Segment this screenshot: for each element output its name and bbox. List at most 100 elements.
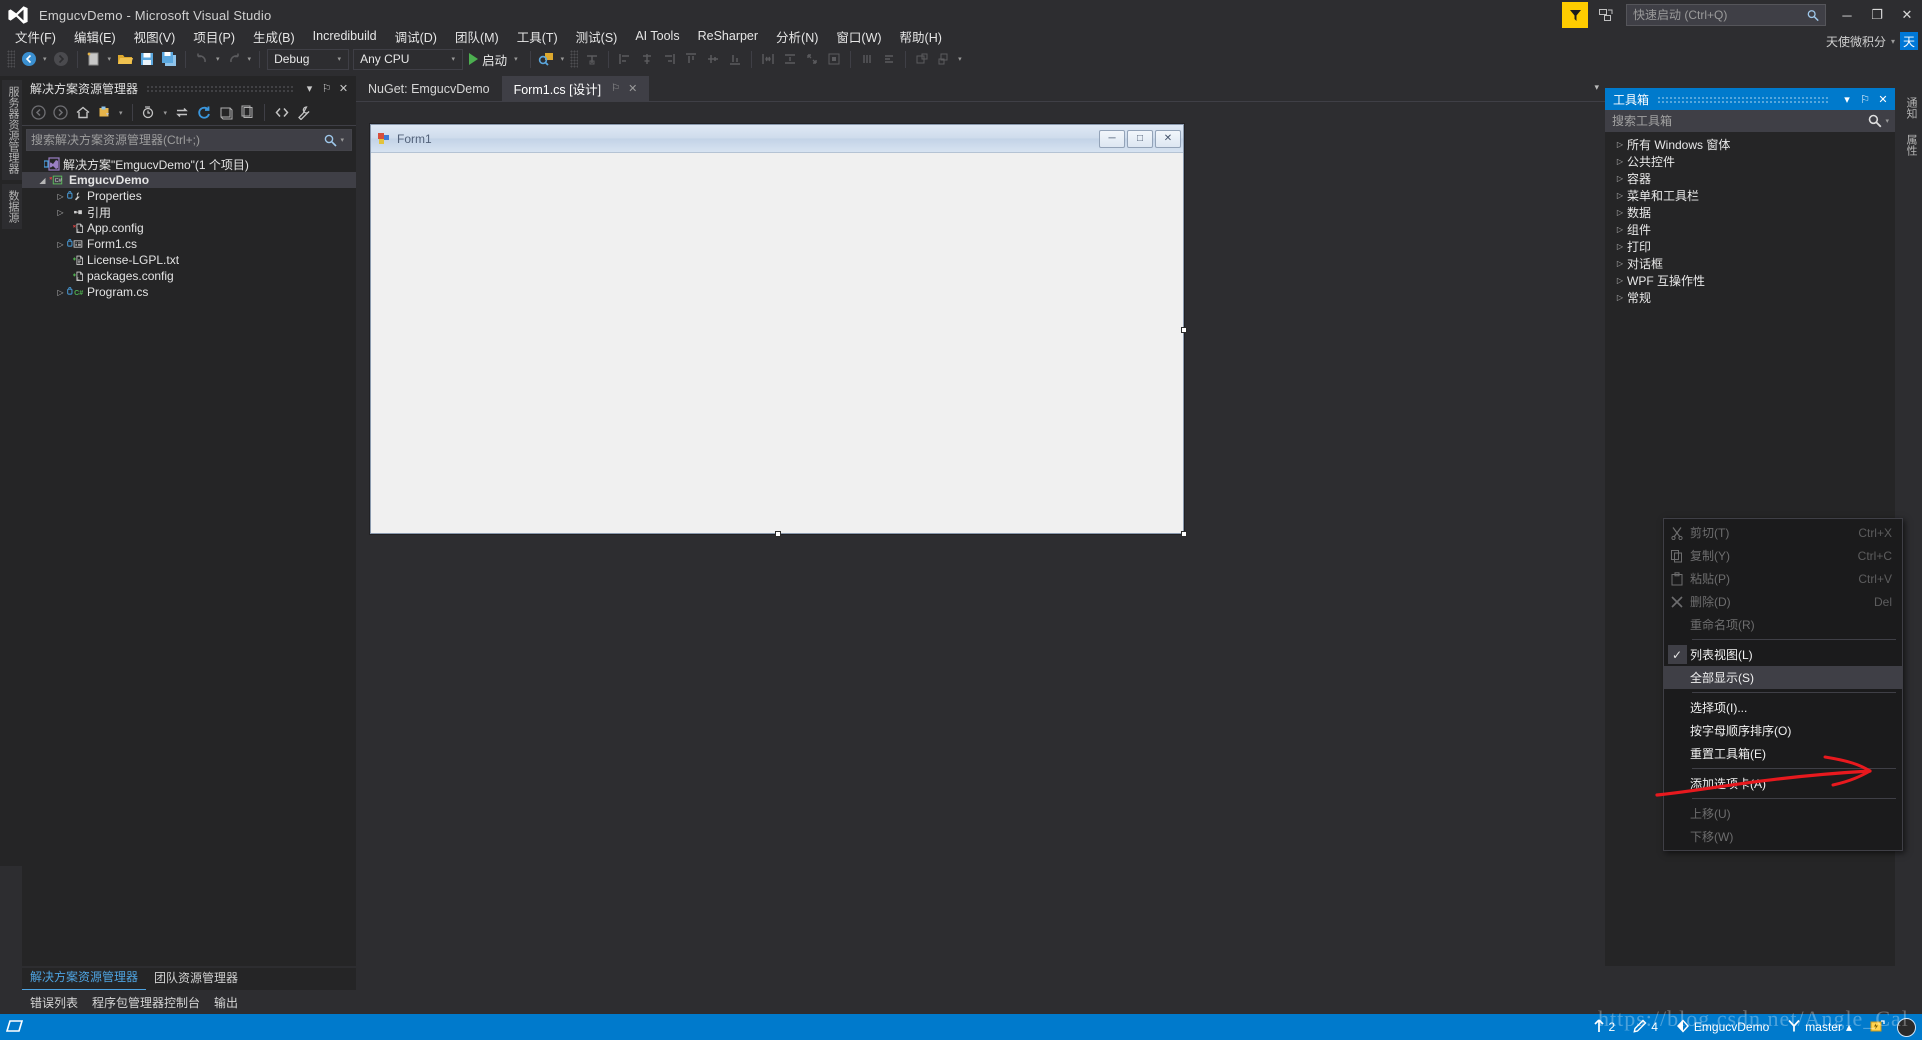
quick-launch-input[interactable] — [1633, 8, 1807, 22]
new-project-icon[interactable] — [83, 48, 105, 70]
search-options-caret-icon[interactable]: ▾ — [337, 136, 347, 144]
vertical-spacing-icon[interactable] — [878, 48, 900, 70]
make-same-height-icon[interactable] — [779, 48, 801, 70]
menu-resharper[interactable]: ReSharper — [689, 26, 767, 46]
expander-icon[interactable]: ▷ — [1613, 174, 1627, 183]
chevron-down-icon[interactable]: ▾ — [1891, 37, 1895, 46]
expander-icon[interactable]: ▷ — [1613, 242, 1627, 251]
winforms-designer-surface[interactable]: Form1 ─ □ ✕ — [356, 102, 1605, 982]
menu-view[interactable]: 视图(V) — [125, 24, 185, 49]
collapse-all-icon[interactable] — [215, 102, 236, 123]
open-file-icon[interactable] — [114, 48, 136, 70]
tree-item-app-config[interactable]: App.config — [22, 220, 356, 236]
platform-combo[interactable]: Any CPU ▾ — [353, 48, 464, 70]
toolbox-search[interactable]: ▾ — [1605, 110, 1895, 132]
toolbox-group-printing[interactable]: ▷ 打印 — [1605, 238, 1895, 255]
form-client-area[interactable] — [371, 153, 1183, 533]
status-changes-cell[interactable]: 4 — [1627, 1014, 1664, 1040]
user-avatar-icon[interactable] — [1897, 1017, 1916, 1037]
form1-preview[interactable]: Form1 ─ □ ✕ — [370, 124, 1184, 534]
ctx-add-tab[interactable]: 添加选项卡(A) — [1664, 772, 1902, 795]
show-all-files-icon[interactable] — [139, 102, 160, 123]
bottom-tab-team-explorer[interactable]: 团队资源管理器 — [146, 966, 246, 990]
expander-icon[interactable]: ▷ — [1613, 157, 1627, 166]
ctx-sort-alphabetically[interactable]: 按字母顺序排序(O) — [1664, 719, 1902, 742]
ctx-show-all[interactable]: 全部显示(S) — [1664, 666, 1902, 689]
save-all-icon[interactable] — [158, 48, 180, 70]
toolbox-search-caret-icon[interactable]: ▾ — [1882, 117, 1892, 125]
toolbar-overflow-caret-icon[interactable]: ▾ — [558, 55, 568, 63]
quick-launch-box[interactable] — [1626, 4, 1826, 26]
show-all-files-caret-icon[interactable]: ▾ — [161, 109, 171, 117]
ctx-reset-toolbox[interactable]: 重置工具箱(E) — [1664, 742, 1902, 765]
chevron-down-icon[interactable]: ▾ — [1838, 90, 1856, 108]
chevron-down-icon[interactable]: ▾ — [335, 55, 345, 63]
ctx-rename-item[interactable]: 重命名项(R) — [1664, 613, 1902, 636]
form-close-button[interactable]: ✕ — [1155, 129, 1181, 148]
configuration-combo[interactable]: Debug ▾ — [267, 48, 350, 70]
expander-icon[interactable]: ▷ — [54, 192, 67, 201]
menu-build[interactable]: 生成(B) — [244, 24, 304, 49]
close-icon[interactable]: ✕ — [1874, 90, 1892, 108]
center-in-form-icon[interactable] — [823, 48, 845, 70]
search-input[interactable] — [31, 133, 325, 147]
undo-caret-icon[interactable]: ▾ — [213, 55, 223, 63]
maximize-button[interactable]: ❐ — [1862, 1, 1892, 29]
align-to-grid-icon[interactable] — [581, 48, 603, 70]
size-to-grid-icon[interactable] — [801, 48, 823, 70]
expander-icon[interactable]: ▷ — [1613, 191, 1627, 200]
tree-item-properties[interactable]: ▷ Properties — [22, 188, 356, 204]
chevron-down-icon[interactable]: ▾ — [449, 55, 459, 63]
expander-icon[interactable]: ▷ — [1613, 259, 1627, 268]
tool-window-output[interactable]: 输出 — [214, 994, 238, 1011]
menu-window[interactable]: 窗口(W) — [827, 24, 890, 49]
navigate-back-icon[interactable] — [18, 48, 40, 70]
form-minimize-button[interactable]: ─ — [1099, 129, 1125, 148]
expander-icon[interactable]: ▷ — [54, 240, 67, 249]
resize-handle-bottom[interactable] — [775, 531, 781, 537]
align-lefts-icon[interactable] — [614, 48, 636, 70]
chevron-up-icon[interactable]: ▴ — [1846, 1020, 1852, 1034]
menu-project[interactable]: 项目(P) — [184, 24, 244, 49]
tree-item-packages-config[interactable]: packages.config — [22, 268, 356, 284]
bring-to-front-icon[interactable] — [911, 48, 933, 70]
menu-help[interactable]: 帮助(H) — [891, 24, 951, 49]
refresh-icon[interactable] — [193, 102, 214, 123]
form-maximize-button[interactable]: □ — [1127, 129, 1153, 148]
redo-caret-icon[interactable]: ▾ — [245, 55, 255, 63]
back-icon[interactable] — [28, 102, 49, 123]
bottom-tab-solution-explorer[interactable]: 解决方案资源管理器 — [22, 965, 147, 990]
feedback-flag-icon[interactable] — [1562, 2, 1588, 28]
document-tab-overflow-icon[interactable]: ▾ — [1594, 82, 1599, 93]
home-icon[interactable] — [72, 102, 93, 123]
expander-icon[interactable]: ▷ — [1613, 293, 1627, 302]
status-publish-cell[interactable]: 2 — [1587, 1014, 1622, 1040]
ctx-delete[interactable]: 删除(D) Del — [1664, 590, 1902, 613]
menu-team[interactable]: 团队(M) — [446, 24, 508, 49]
properties-icon[interactable] — [237, 102, 258, 123]
align-rights-icon[interactable] — [658, 48, 680, 70]
menu-debug[interactable]: 调试(D) — [386, 24, 446, 49]
align-centers-icon[interactable] — [636, 48, 658, 70]
tree-item-solution[interactable]: 解决方案"EmgucvDemo"(1 个项目) — [22, 156, 356, 172]
resize-handle-bottom-right[interactable] — [1181, 531, 1187, 537]
menu-file[interactable]: 文件(F) — [6, 24, 65, 49]
menu-analyze[interactable]: 分析(N) — [767, 24, 827, 49]
ctx-copy[interactable]: 复制(Y) Ctrl+C — [1664, 544, 1902, 567]
pin-icon[interactable]: ⚐ — [318, 80, 335, 97]
status-notifications-cell[interactable] — [1864, 1014, 1891, 1040]
undo-icon[interactable] — [191, 48, 213, 70]
align-bottoms-icon[interactable] — [724, 48, 746, 70]
rail-tab-data-sources[interactable]: 数据源 — [2, 184, 24, 229]
tree-item-project-emgucvdemo[interactable]: ◢ C# EmgucvDemo — [22, 172, 356, 188]
status-branch-cell[interactable]: master ▴ — [1781, 1014, 1858, 1040]
toolbox-search-input[interactable] — [1612, 113, 1869, 128]
toolbox-group-components[interactable]: ▷ 组件 — [1605, 221, 1895, 238]
notifications-icon[interactable] — [1594, 4, 1618, 26]
rail-tab-notifications[interactable]: 通知 — [1899, 91, 1922, 125]
sync-with-active-document-icon[interactable] — [171, 102, 192, 123]
ctx-move-down[interactable]: 下移(W) — [1664, 825, 1902, 848]
toolbar-grip[interactable] — [7, 50, 15, 68]
toolbox-group-dialogs[interactable]: ▷ 对话框 — [1605, 255, 1895, 272]
expander-icon[interactable]: ▷ — [54, 288, 67, 297]
